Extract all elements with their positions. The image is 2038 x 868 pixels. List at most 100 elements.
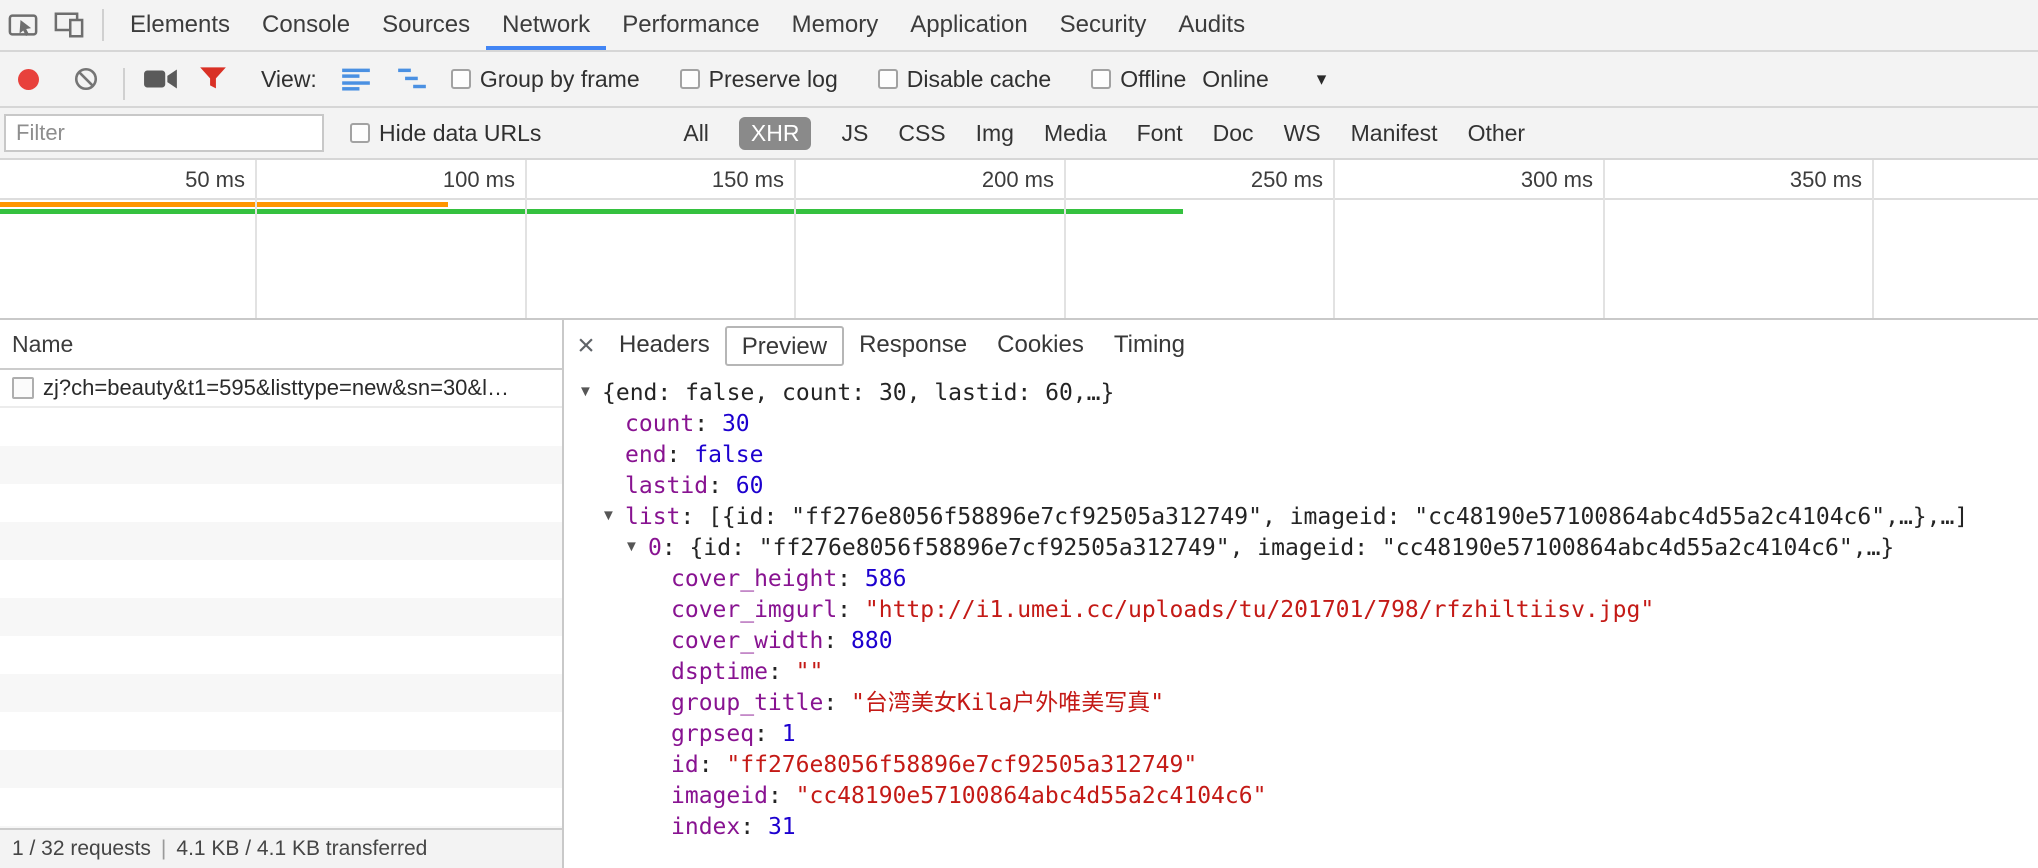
empty-row — [0, 408, 562, 446]
json-token: false — [694, 442, 763, 468]
tab-security[interactable]: Security — [1044, 0, 1163, 50]
throttling-select[interactable]: Online ▾ — [1202, 66, 1326, 93]
tab-performance[interactable]: Performance — [606, 0, 775, 50]
filter-type-doc[interactable]: Doc — [1213, 117, 1254, 150]
filter-type-font[interactable]: Font — [1137, 117, 1183, 150]
checkbox[interactable] — [451, 69, 471, 89]
tab-network[interactable]: Network — [486, 0, 606, 50]
clear-button[interactable] — [73, 66, 99, 92]
filter-type-js[interactable]: JS — [841, 117, 868, 150]
preview-tree-line[interactable]: ▼list: [{id: "ff276e8056f58896e7cf92505a… — [564, 502, 2038, 533]
detail-tab-preview[interactable]: Preview — [725, 326, 844, 366]
empty-row — [0, 598, 562, 636]
preview-tree: ▼{end: false, count: 30, lastid: 60,…}co… — [564, 372, 2038, 868]
resource-icon — [12, 377, 34, 399]
json-token: imageid — [671, 783, 768, 809]
disable-cache-checkbox[interactable]: Disable cache — [878, 66, 1051, 93]
json-token: : {id: "ff276e8056f58896e7cf92505a312749… — [662, 535, 1894, 561]
offline-label[interactable]: Offline — [1120, 66, 1186, 93]
tab-memory[interactable]: Memory — [776, 0, 895, 50]
preserve-log-label[interactable]: Preserve log — [709, 66, 838, 93]
detail-tab-response[interactable]: Response — [844, 326, 982, 366]
timeline-tick-label: 200 ms — [884, 167, 1054, 193]
request-list: zj?ch=beauty&t1=595&listtype=new&sn=30&l… — [0, 370, 562, 828]
checkbox[interactable] — [680, 69, 700, 89]
json-token: "http://i1.umei.cc/uploads/tu/201701/798… — [865, 597, 1654, 623]
close-detail-button[interactable]: × — [568, 328, 604, 364]
record-button[interactable] — [18, 69, 39, 90]
column-header-name[interactable]: Name — [0, 320, 562, 370]
filter-type-other[interactable]: Other — [1468, 117, 1526, 150]
json-token: : — [667, 442, 695, 468]
tab-application[interactable]: Application — [894, 0, 1043, 50]
overview-bar-orange — [0, 202, 448, 207]
filter-type-manifest[interactable]: Manifest — [1351, 117, 1438, 150]
json-token: lastid — [625, 473, 708, 499]
show-overview-toggle[interactable] — [397, 66, 427, 92]
active-tab-indicator — [486, 46, 606, 50]
json-token: "台湾美女Kila户外唯美写真" — [851, 690, 1164, 716]
transferred-summary: 4.1 KB / 4.1 KB transferred — [176, 837, 427, 861]
preview-tree-line: count: 30 — [564, 409, 2038, 440]
device-toolbar-button[interactable] — [46, 0, 92, 50]
filter-toggle-button[interactable] — [199, 66, 227, 92]
timeline-gridline — [1603, 160, 1605, 318]
json-token: dsptime — [671, 659, 768, 685]
preview-tree-line: index: 31 — [564, 812, 2038, 843]
detail-tab-timing[interactable]: Timing — [1099, 326, 1200, 366]
empty-row — [0, 636, 562, 674]
detail-tab-cookies[interactable]: Cookies — [982, 326, 1099, 366]
disable-cache-label[interactable]: Disable cache — [907, 66, 1051, 93]
expander-icon[interactable]: ▼ — [578, 376, 602, 407]
group-by-frame-label[interactable]: Group by frame — [480, 66, 640, 93]
filter-bar: Hide data URLs All XHR JS CSS Img Media Font Do… — [0, 108, 2038, 160]
preview-tree-line[interactable]: ▼{end: false, count: 30, lastid: 60,…} — [564, 378, 2038, 409]
filter-type-img[interactable]: Img — [976, 117, 1014, 150]
json-token: {end: false, count: 30, lastid: 60,…} — [602, 380, 1114, 406]
hide-data-urls-label[interactable]: Hide data URLs — [379, 120, 541, 147]
preserve-log-checkbox[interactable]: Preserve log — [680, 66, 838, 93]
detail-tabbar: × HeadersPreviewResponseCookiesTiming — [564, 320, 2038, 372]
offline-checkbox[interactable]: Offline — [1091, 66, 1186, 93]
json-token: : — [699, 752, 727, 778]
timeline-tick-label: 350 ms — [1692, 167, 1862, 193]
status-bar: 1 / 32 requests | 4.1 KB / 4.1 KB transf… — [0, 828, 562, 868]
json-token: index — [671, 814, 740, 840]
main-tab-strip: ElementsConsoleSourcesNetworkPerformance… — [114, 0, 1261, 50]
checkbox[interactable] — [878, 69, 898, 89]
tab-elements[interactable]: Elements — [114, 0, 246, 50]
large-rows-toggle[interactable] — [341, 66, 371, 92]
timeline-overview[interactable]: 50 ms100 ms150 ms200 ms250 ms300 ms350 m… — [0, 160, 2038, 320]
json-token: : — [823, 690, 851, 716]
json-token: : — [837, 597, 865, 623]
detail-tab-headers[interactable]: Headers — [604, 326, 725, 366]
filter-type-xhr[interactable]: XHR — [739, 117, 812, 150]
timeline-tick-label: 100 ms — [345, 167, 515, 193]
request-row[interactable]: zj?ch=beauty&t1=595&listtype=new&sn=30&l… — [0, 370, 562, 408]
tab-console[interactable]: Console — [246, 0, 366, 50]
timeline-gridline — [255, 160, 257, 318]
timeline-tick-label: 250 ms — [1153, 167, 1323, 193]
filter-type-media[interactable]: Media — [1044, 117, 1107, 150]
inspect-element-button[interactable] — [0, 0, 46, 50]
tab-audits[interactable]: Audits — [1162, 0, 1261, 50]
checkbox[interactable] — [350, 123, 370, 143]
expander-icon[interactable]: ▼ — [601, 500, 625, 531]
capture-screenshots-button[interactable] — [143, 66, 179, 92]
request-name: zj?ch=beauty&t1=595&listtype=new&sn=30&l… — [43, 375, 509, 401]
group-by-frame-checkbox[interactable]: Group by frame — [451, 66, 640, 93]
hide-data-urls-checkbox[interactable]: Hide data URLs — [350, 120, 541, 147]
filter-type-css[interactable]: CSS — [898, 117, 945, 150]
checkbox[interactable] — [1091, 69, 1111, 89]
timeline-tick-label: 300 ms — [1423, 167, 1593, 193]
expander-icon[interactable]: ▼ — [624, 531, 648, 562]
filter-input[interactable] — [4, 114, 324, 152]
filter-type-ws[interactable]: WS — [1284, 117, 1321, 150]
preview-tree-line[interactable]: ▼0: {id: "ff276e8056f58896e7cf92505a3127… — [564, 533, 2038, 564]
device-toolbar-icon — [54, 10, 84, 40]
main-tabbar: ElementsConsoleSourcesNetworkPerformance… — [0, 0, 2038, 52]
json-token: : — [837, 566, 865, 592]
main-split: Name zj?ch=beauty&t1=595&listtype=new&sn… — [0, 320, 2038, 868]
tab-sources[interactable]: Sources — [366, 0, 486, 50]
filter-type-all[interactable]: All — [683, 117, 709, 150]
